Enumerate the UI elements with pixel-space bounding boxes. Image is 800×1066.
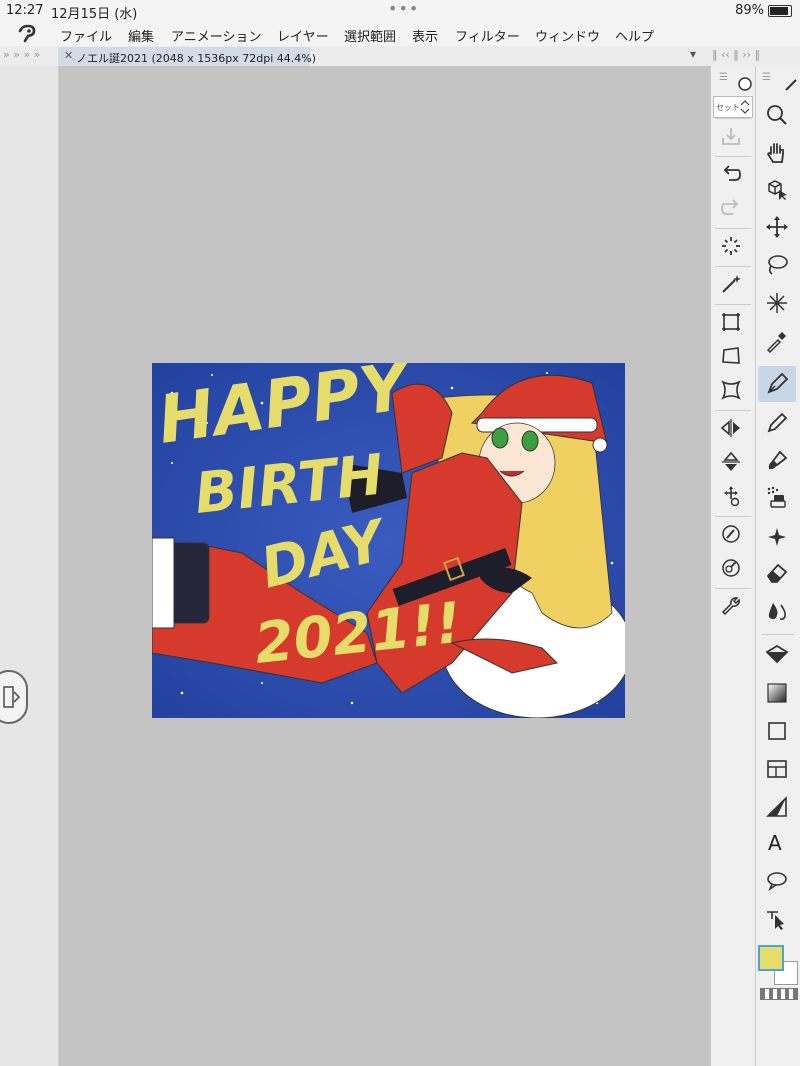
divider xyxy=(762,634,794,635)
eyedropper-icon[interactable] xyxy=(764,328,790,354)
menu-lines-icon[interactable]: ☰ xyxy=(719,72,728,83)
transparent-color-swatch[interactable] xyxy=(760,988,798,1000)
hand-icon[interactable] xyxy=(764,140,790,166)
fill-icon[interactable] xyxy=(764,642,790,668)
wrench-icon[interactable] xyxy=(719,594,743,618)
menu-view[interactable]: 表示 xyxy=(412,26,438,45)
text-tool-button[interactable]: A xyxy=(764,831,790,858)
pencil-icon[interactable] xyxy=(764,410,790,436)
flip-vertical-icon[interactable] xyxy=(719,450,743,474)
undo-icon[interactable] xyxy=(719,162,743,186)
battery-percent: 89% xyxy=(735,3,764,18)
brush-icon[interactable] xyxy=(764,448,790,474)
expand-panels-icon[interactable]: » » » » xyxy=(3,48,40,61)
menu-help[interactable]: ヘルプ xyxy=(615,26,654,45)
document-tab-bar: » » » » ✕ ノエル誕2021 (2048 x 1536px 72dpi … xyxy=(0,46,800,67)
chevron-down-icon[interactable]: ▾ xyxy=(690,47,696,61)
menu-file[interactable]: ファイル xyxy=(60,26,112,45)
eraser-icon[interactable] xyxy=(764,560,790,586)
command-bar: ☰ セット xyxy=(710,66,756,1066)
zoom-icon[interactable] xyxy=(764,102,790,128)
pen-icon xyxy=(767,372,789,394)
magic-wand-icon[interactable] xyxy=(764,290,790,316)
save-icon[interactable] xyxy=(719,124,743,148)
loading-icon[interactable] xyxy=(719,234,743,258)
main-color-swatch[interactable] xyxy=(758,945,784,971)
status-bar: 12:27 12月15日 (水) ••• 89% xyxy=(0,0,800,22)
menu-selection[interactable]: 選択範囲 xyxy=(344,26,396,45)
document-tab[interactable]: ✕ ノエル誕2021 (2048 x 1536px 72dpi 44.4%) xyxy=(58,47,316,66)
rotate-move-icon[interactable] xyxy=(719,484,743,508)
tool-palette: ☰ A xyxy=(756,66,800,1066)
gradient-icon[interactable] xyxy=(764,680,790,706)
command-bar-header: ☰ xyxy=(711,66,755,92)
text-icon: A xyxy=(768,831,782,855)
divider xyxy=(715,228,751,229)
airbrush-icon[interactable] xyxy=(764,484,790,510)
date: 12月15日 (水) xyxy=(51,7,138,22)
clock: 12:27 xyxy=(6,3,44,18)
battery-icon xyxy=(768,4,792,17)
multitask-dots[interactable]: ••• xyxy=(388,0,419,18)
panel-toggle-button[interactable] xyxy=(0,670,28,724)
app-logo-icon[interactable] xyxy=(16,23,38,45)
crop-icon[interactable] xyxy=(719,310,743,334)
menu-edit[interactable]: 編集 xyxy=(128,26,154,45)
menu-filter[interactable]: フィルター xyxy=(455,26,520,45)
panel-controls[interactable]: ‖ ‹‹ ‖ ›› ‖ xyxy=(712,48,760,61)
set-label: セット xyxy=(716,103,740,112)
menu-animation[interactable]: アニメーション xyxy=(171,26,261,45)
artwork-canvas[interactable]: HAPPY BIRTH DAY 2021!! xyxy=(152,363,625,718)
divider xyxy=(715,156,751,157)
balloon-icon[interactable] xyxy=(764,868,790,894)
divider xyxy=(715,588,751,589)
brush-tab-icon[interactable] xyxy=(784,78,798,92)
left-panel xyxy=(0,66,59,1066)
flip-horizontal-icon[interactable] xyxy=(719,416,743,440)
ruler-icon[interactable] xyxy=(764,794,790,820)
divider xyxy=(715,118,751,119)
auto-action-icon[interactable] xyxy=(719,272,743,296)
lasso-icon[interactable] xyxy=(764,252,790,278)
menu-window[interactable]: ウィンドウ xyxy=(535,26,600,45)
stepper-icon xyxy=(740,100,750,114)
object-select-icon[interactable] xyxy=(764,176,790,202)
mesh-transform-icon[interactable] xyxy=(719,378,743,402)
move-layer-icon[interactable] xyxy=(764,214,790,240)
menu-bar: ファイル 編集 アニメーション レイヤー 選択範囲 表示 フィルター ウィンドウ… xyxy=(0,22,800,46)
pen-tool-button[interactable] xyxy=(758,366,796,402)
brush-settings-icon[interactable] xyxy=(719,522,743,546)
panel-tab-icon[interactable] xyxy=(737,76,753,92)
figure-icon[interactable] xyxy=(764,718,790,744)
divider xyxy=(715,410,751,411)
redo-icon[interactable] xyxy=(719,196,743,220)
free-transform-icon[interactable] xyxy=(719,344,743,368)
blend-icon[interactable] xyxy=(764,598,790,624)
divider xyxy=(715,516,751,517)
decoration-icon[interactable] xyxy=(764,524,790,550)
tool-palette-header: ☰ xyxy=(756,66,800,92)
divider xyxy=(715,266,751,267)
divider xyxy=(715,304,751,305)
frame-border-icon[interactable] xyxy=(764,756,790,782)
menu-lines-icon[interactable]: ☰ xyxy=(762,72,771,83)
panel-toggle-icon xyxy=(3,686,21,708)
menu-layer[interactable]: レイヤー xyxy=(277,26,329,45)
close-icon[interactable]: ✕ xyxy=(64,49,73,62)
color-settings-icon[interactable] xyxy=(719,556,743,580)
correct-line-icon[interactable] xyxy=(764,906,790,932)
set-selector[interactable]: セット xyxy=(713,96,753,118)
battery-status: 89% xyxy=(735,3,792,18)
document-title: ノエル誕2021 (2048 x 1536px 72dpi 44.4%) xyxy=(76,52,317,65)
